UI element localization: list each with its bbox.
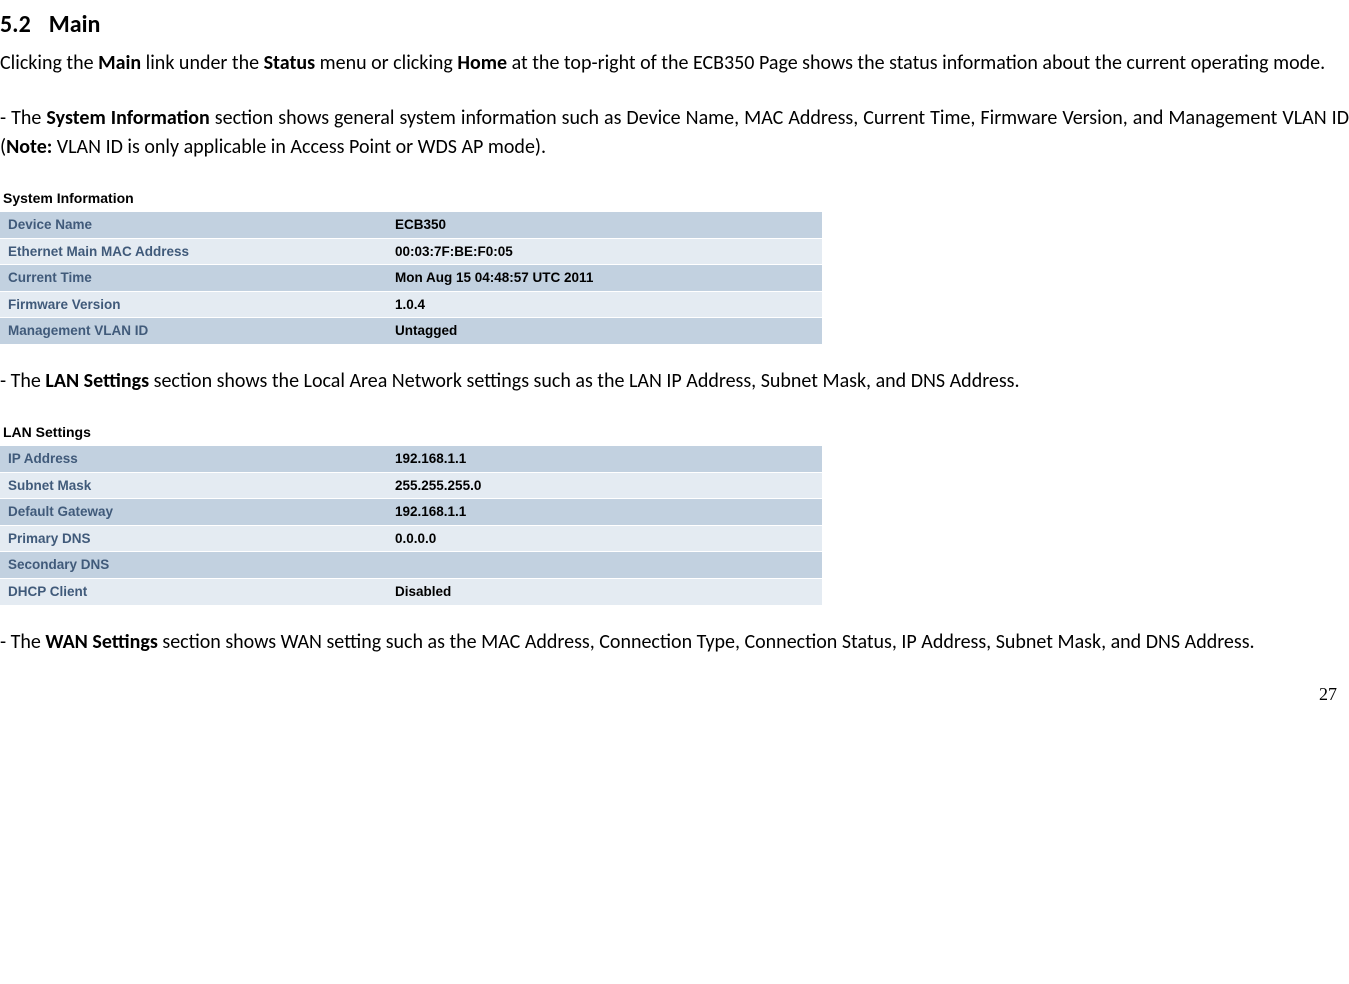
page-number: 27 — [0, 681, 1349, 707]
paragraph-system-info: - The System Information section shows g… — [0, 104, 1349, 162]
bold-text: LAN Settings — [45, 369, 149, 393]
row-value: 1.0.4 — [387, 291, 822, 318]
table-row: Default Gateway192.168.1.1 — [0, 499, 822, 526]
table-row: Current TimeMon Aug 15 04:48:57 UTC 2011 — [0, 265, 822, 292]
row-value: 255.255.255.0 — [387, 472, 822, 499]
table-caption: System Information — [0, 186, 822, 210]
lan-settings-table: LAN Settings IP Address192.168.1.1Subnet… — [0, 420, 822, 606]
row-value: 192.168.1.1 — [387, 499, 822, 526]
row-value: 00:03:7F:BE:F0:05 — [387, 238, 822, 265]
bold-text: Home — [457, 51, 507, 75]
row-value: Mon Aug 15 04:48:57 UTC 2011 — [387, 265, 822, 292]
paragraph-lan-settings: - The LAN Settings section shows the Loc… — [0, 367, 1349, 396]
text: link under the — [141, 51, 263, 75]
table-row: DHCP ClientDisabled — [0, 579, 822, 606]
bold-text: Status — [264, 51, 316, 75]
row-label: Current Time — [0, 265, 387, 292]
row-value: Disabled — [387, 579, 822, 606]
system-information-table: System Information Device NameECB350Ethe… — [0, 186, 822, 345]
row-label: Default Gateway — [0, 499, 387, 526]
text: at the top-right of the ECB350 Page show… — [507, 51, 1325, 75]
section-title: Main — [49, 10, 101, 39]
table-row: Device NameECB350 — [0, 212, 822, 238]
row-label: Subnet Mask — [0, 472, 387, 499]
text: section shows WAN setting such as the MA… — [158, 630, 1255, 654]
section-number: 5.2 — [0, 10, 31, 39]
paragraph-wan-settings: - The WAN Settings section shows WAN set… — [0, 628, 1349, 657]
table-row: Ethernet Main MAC Address00:03:7F:BE:F0:… — [0, 238, 822, 265]
table-caption: LAN Settings — [0, 420, 822, 444]
text: VLAN ID is only applicable in Access Poi… — [52, 135, 546, 159]
row-label: Secondary DNS — [0, 552, 387, 579]
row-value — [387, 552, 822, 579]
status-table: Device NameECB350Ethernet Main MAC Addre… — [0, 212, 822, 345]
text: - The — [0, 106, 46, 130]
bold-text: Note: — [6, 135, 52, 159]
section-heading: 5.2 Main — [0, 8, 1349, 43]
text: - The — [0, 630, 45, 654]
paragraph-intro: Clicking the Main link under the Status … — [0, 49, 1349, 78]
bold-text: WAN Settings — [45, 630, 157, 654]
row-label: IP Address — [0, 446, 387, 472]
text: - The — [0, 369, 45, 393]
table-row: Secondary DNS — [0, 552, 822, 579]
bold-text: System Information — [46, 106, 209, 130]
row-label: DHCP Client — [0, 579, 387, 606]
row-label: Management VLAN ID — [0, 318, 387, 345]
text: menu or clicking — [315, 51, 457, 75]
row-label: Primary DNS — [0, 525, 387, 552]
text: section shows the Local Area Network set… — [149, 369, 1019, 393]
text: Clicking the — [0, 51, 98, 75]
table-row: Firmware Version1.0.4 — [0, 291, 822, 318]
table-row: IP Address192.168.1.1 — [0, 446, 822, 472]
row-label: Ethernet Main MAC Address — [0, 238, 387, 265]
table-row: Primary DNS0.0.0.0 — [0, 525, 822, 552]
table-row: Subnet Mask255.255.255.0 — [0, 472, 822, 499]
row-value: ECB350 — [387, 212, 822, 238]
status-table: IP Address192.168.1.1Subnet Mask255.255.… — [0, 446, 822, 605]
row-label: Device Name — [0, 212, 387, 238]
row-value: 0.0.0.0 — [387, 525, 822, 552]
row-value: 192.168.1.1 — [387, 446, 822, 472]
bold-text: Main — [98, 51, 141, 75]
row-value: Untagged — [387, 318, 822, 345]
table-row: Management VLAN IDUntagged — [0, 318, 822, 345]
row-label: Firmware Version — [0, 291, 387, 318]
